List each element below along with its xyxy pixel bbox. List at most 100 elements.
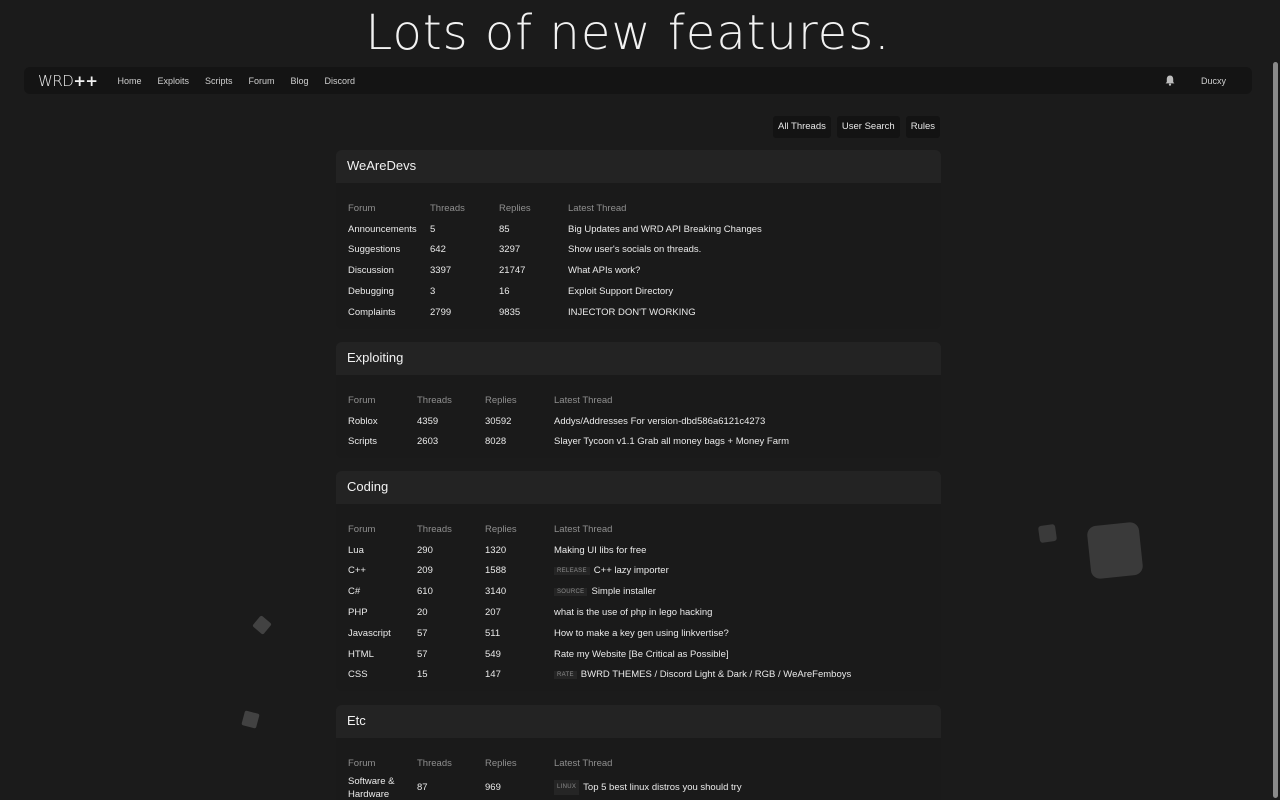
section-title: Exploiting [336,342,941,375]
latest-thread-cell: Rate my Website [Be Critical as Possible… [554,649,729,660]
all-threads-button[interactable]: All Threads [773,116,831,138]
forum-link[interactable]: HTML [348,649,417,660]
nav-link-forum[interactable]: Forum [249,76,275,86]
thread-count: 4359 [417,415,439,427]
latest-thread-link[interactable]: Making UI libs for free [554,545,646,556]
reply-count: 85 [499,223,510,235]
forum-link[interactable]: Javascript [348,628,417,639]
page-scrollbar[interactable] [1268,60,1280,800]
col-threads-header: Threads [417,757,452,769]
reply-count: 30592 [485,415,512,427]
latest-thread-link[interactable]: BWRD THEMES / Discord Light & Dark / RGB… [581,669,851,680]
forum-section-etc: Etc Forum Threads Replies Latest Thread … [336,705,941,800]
table-row: Scripts 2603 8028 Slayer Tycoon v1.1 Gra… [348,432,929,453]
thread-count: 290 [417,544,433,556]
thread-count: 642 [430,244,446,256]
section-title: Etc [336,705,941,738]
latest-thread-link[interactable]: Exploit Support Directory [568,286,673,297]
latest-thread-cell: RELEASE C++ lazy importer [554,565,669,576]
latest-thread-link[interactable]: Rate my Website [Be Critical as Possible… [554,649,729,660]
bell-icon[interactable] [1165,75,1175,86]
forum-link[interactable]: Debugging [348,286,430,297]
forum-link[interactable]: C# [348,586,417,597]
thread-count: 3397 [430,265,452,277]
latest-thread-link[interactable]: Simple installer [591,586,655,597]
col-latest-header: Latest Thread [554,757,613,769]
user-search-button[interactable]: User Search [836,116,900,138]
reply-count: 1320 [485,544,507,556]
latest-thread-link[interactable]: Top 5 best linux distros you should try [583,781,741,794]
username-link[interactable]: Ducxy [1201,76,1226,86]
table-row: Debugging 3 16 Exploit Support Directory [348,281,929,302]
table-row: CSS 15 147 RATE BWRD THEMES / Discord Lig… [348,665,929,686]
rules-button[interactable]: Rules [905,116,940,138]
table-row: Suggestions 642 3297 Show user's socials… [348,240,929,261]
forum-table: Forum Threads Replies Latest Thread Robl… [336,375,941,459]
forum-link[interactable]: Lua [348,545,417,556]
latest-thread-link[interactable]: What APIs work? [568,265,640,276]
nav-link-blog[interactable]: Blog [291,76,309,86]
table-header-row: Forum Threads Replies Latest Thread [348,390,929,411]
table-row: Lua 290 1320 Making UI libs for free [348,540,929,561]
site-logo[interactable]: WRD++ [38,71,98,90]
reply-count: 3140 [485,586,507,598]
col-threads-header: Threads [417,523,452,535]
latest-thread-link[interactable]: Show user's socials on threads. [568,244,701,255]
logo-suffix: ++ [73,71,98,90]
latest-thread-cell: Making UI libs for free [554,545,646,556]
col-replies-header: Replies [485,394,517,406]
latest-thread-link[interactable]: INJECTOR DON'T WORKING [568,307,696,318]
nav-link-home[interactable]: Home [117,76,141,86]
promo-headline: Lots of new features. [365,5,891,61]
thread-count: 209 [417,565,433,577]
thread-prefix-tag: RATE [554,670,577,679]
forum-link[interactable]: Discussion [348,265,430,276]
forum-link[interactable]: Suggestions [348,244,430,255]
nav-link-discord[interactable]: Discord [325,76,356,86]
forum-link[interactable]: PHP [348,607,417,618]
latest-thread-link[interactable]: Addys/Addresses For version-dbd586a6121c… [554,416,765,427]
forum-link[interactable]: C++ [348,565,417,576]
forum-link[interactable]: CSS [348,669,417,680]
nav-right: Ducxy [1165,75,1226,86]
latest-thread-cell: RATE BWRD THEMES / Discord Light & Dark /… [554,669,851,680]
thread-count: 20 [417,607,428,619]
latest-thread-link[interactable]: what is the use of php in lego hacking [554,607,712,618]
col-threads-header: Threads [430,202,465,214]
section-title: Coding [336,471,941,504]
latest-thread-link[interactable]: C++ lazy importer [594,565,669,576]
nav-link-scripts[interactable]: Scripts [205,76,233,86]
latest-thread-link[interactable]: Slayer Tycoon v1.1 Grab all money bags +… [554,436,789,447]
table-row: Complaints 2799 9835 INJECTOR DON'T WORK… [348,302,929,323]
nav-link-exploits[interactable]: Exploits [157,76,189,86]
scrollbar-thumb[interactable] [1273,62,1278,798]
reply-count: 511 [485,627,501,639]
col-forum-header: Forum [348,523,376,535]
thread-count: 2603 [417,436,439,448]
col-replies-header: Replies [499,202,531,214]
forum-link[interactable]: Scripts [348,436,417,447]
reply-count: 549 [485,648,501,660]
table-row: C++ 209 1588 RELEASE C++ lazy importer [348,561,929,582]
latest-thread-link[interactable]: How to make a key gen using linkvertise? [554,628,729,639]
forum-link[interactable]: Software & Hardware [348,775,417,800]
thread-count: 5 [430,223,436,235]
table-row: HTML 57 549 Rate my Website [Be Critical… [348,644,929,665]
reply-count: 16 [499,286,510,298]
forum-link[interactable]: Announcements [348,224,430,235]
table-row: Discussion 3397 21747 What APIs work? [348,260,929,281]
col-forum-header: Forum [348,202,376,214]
thread-count: 57 [417,648,428,660]
nav-links: Home Exploits Scripts Forum Blog Discord [117,76,371,86]
table-row: Roblox 4359 30592 Addys/Addresses For ve… [348,411,929,432]
col-forum-header: Forum [348,757,376,769]
forum-link[interactable]: Complaints [348,307,430,318]
latest-thread-link[interactable]: Big Updates and WRD API Breaking Changes [568,224,762,235]
forum-link[interactable]: Roblox [348,416,417,427]
col-latest-header: Latest Thread [554,523,613,535]
latest-thread-cell: How to make a key gen using linkvertise? [554,628,729,639]
forum-section-coding: Coding Forum Threads Replies Latest Thre… [336,471,941,692]
reply-count: 3297 [499,244,521,256]
thread-prefix-tag: RELEASE [554,566,590,575]
thread-prefix-tag: LINUX [554,780,580,796]
